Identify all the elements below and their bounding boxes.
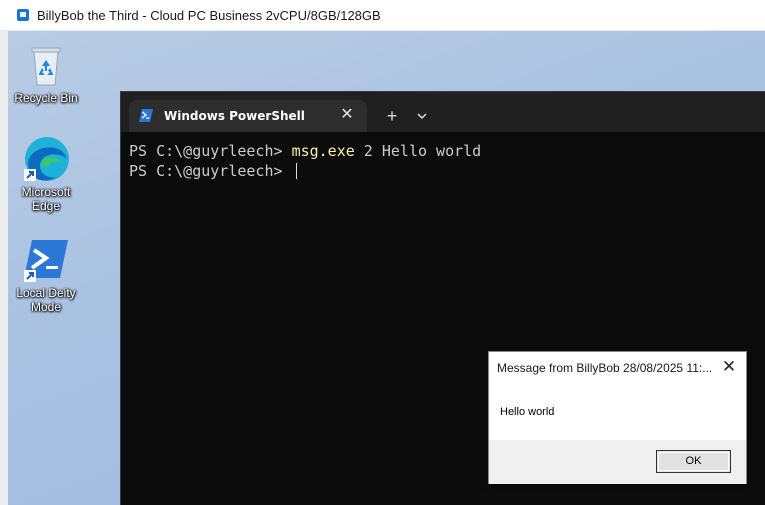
desktop-icon-local-deity-mode[interactable]: Local Deity Mode [8,236,84,314]
host-edge-strip [0,31,8,505]
terminal-output[interactable]: PS C:\@guyrleech> msg.exe 2 Hello world P… [129,141,481,181]
tab-windows-powershell[interactable]: Windows PowerShell ✕ [129,100,367,132]
text-cursor [295,163,297,179]
dialog-message: Hello world [500,406,555,418]
dialog-title: Message from BillyBob 28/08/2025 11:... [497,361,713,375]
recycle-bin-icon [31,47,61,86]
desktop-icon-label: Recycle Bin [14,91,78,105]
terminal-line: PS C:\@guyrleech> [129,161,481,181]
chevron-down-icon[interactable] [411,105,433,127]
powershell-icon [139,109,153,122]
powershell-shortcut-icon [24,240,68,282]
terminal-tab-bar: Windows PowerShell ✕ + [121,92,765,132]
dialog-titlebar[interactable]: Message from BillyBob 28/08/2025 11:... … [489,352,746,382]
command-args: 2 Hello world [354,142,482,160]
tab-label: Windows PowerShell [164,109,305,123]
dialog-footer: OK [489,440,746,484]
edge-icon [24,137,69,181]
desktop-icon-recycle-bin[interactable]: Recycle Bin [8,41,84,105]
desktop-icon-microsoft-edge[interactable]: Microsoft Edge [8,135,84,213]
prompt: PS C:\@guyrleech> [129,142,292,160]
close-icon[interactable]: ✕ [720,358,738,376]
command-name: msg.exe [291,142,355,160]
prompt: PS C:\@guyrleech> [129,162,292,180]
windows-cloud-pc-icon [17,9,29,21]
tab-close-icon[interactable]: ✕ [337,105,357,125]
remote-session-titlebar: BillyBob the Third - Cloud PC Business 2… [0,0,765,31]
ok-button[interactable]: OK [656,450,731,473]
remote-session-title: BillyBob the Third - Cloud PC Business 2… [37,8,381,23]
terminal-line: PS C:\@guyrleech> msg.exe 2 Hello world [129,141,481,161]
desktop-icon-label: Microsoft Edge [21,185,71,213]
new-tab-button[interactable]: + [381,105,403,127]
desktop-icon-label: Local Deity Mode [16,286,76,314]
message-dialog: Message from BillyBob 28/08/2025 11:... … [488,351,747,484]
